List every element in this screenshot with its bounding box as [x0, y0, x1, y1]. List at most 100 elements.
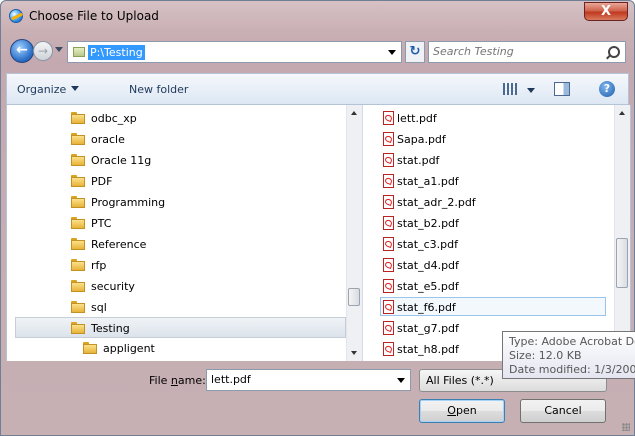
- file-list-scrollbar[interactable]: [614, 105, 630, 361]
- file-name: stat_adr_2.pdf: [397, 196, 476, 209]
- tree-item-label: Oracle 11g: [91, 154, 152, 167]
- file-item-stat-a1[interactable]: stat_a1.pdf: [383, 172, 463, 191]
- pdf-file-icon: [383, 321, 394, 335]
- folder-icon: [71, 259, 85, 271]
- internet-explorer-icon: [9, 9, 23, 23]
- tree-item-label: sql: [91, 301, 107, 314]
- navigation-scrollbar[interactable]: [346, 105, 362, 361]
- view-options-dropdown-icon[interactable]: [527, 88, 535, 93]
- tree-item-label: oracle: [91, 133, 125, 146]
- forward-button[interactable]: →: [33, 41, 53, 61]
- folder-icon: [71, 196, 85, 208]
- file-name: stat_g7.pdf: [397, 322, 459, 335]
- open-accelerator: O: [447, 404, 456, 417]
- tree-item-ptc[interactable]: PTC: [71, 213, 111, 234]
- forward-arrow-icon: →: [37, 44, 49, 58]
- preview-pane-icon[interactable]: [554, 82, 570, 96]
- file-name: stat_d4.pdf: [397, 259, 459, 272]
- pdf-file-icon: [383, 195, 394, 209]
- file-item-stat[interactable]: stat.pdf: [383, 151, 443, 170]
- tree-item-reference[interactable]: Reference: [71, 234, 146, 255]
- tree-item-odbc-xp[interactable]: odbc_xp: [71, 108, 137, 129]
- tree-item-appligent[interactable]: appligent: [83, 338, 155, 359]
- pdf-file-icon: [383, 258, 394, 272]
- refresh-icon: ↻: [409, 44, 421, 59]
- scroll-down-arrow-icon[interactable]: [351, 351, 357, 355]
- pdf-file-icon: [383, 111, 394, 125]
- tree-item-label: PDF: [91, 175, 113, 188]
- tree-item-oracle-11g[interactable]: Oracle 11g: [71, 150, 151, 171]
- folder-icon: [71, 133, 85, 145]
- pdf-file-icon: [383, 216, 394, 230]
- tree-item-security[interactable]: security: [71, 276, 135, 297]
- new-folder-button[interactable]: New folder: [129, 83, 188, 96]
- chevron-down-icon[interactable]: [397, 378, 405, 383]
- pdf-file-icon: [383, 153, 394, 167]
- file-item-stat-e5[interactable]: stat_e5.pdf: [383, 277, 463, 296]
- file-name: Sapa.pdf: [397, 133, 446, 146]
- open-label: pen: [455, 404, 477, 417]
- tree-item-label: rfp: [91, 259, 107, 272]
- folder-icon: [73, 46, 85, 57]
- address-bar[interactable]: P:\Testing: [67, 41, 402, 63]
- tree-item-programming[interactable]: Programming: [71, 192, 165, 213]
- chevron-down-icon: [71, 86, 80, 91]
- file-item-stat-b2[interactable]: stat_b2.pdf: [383, 214, 463, 233]
- organize-button[interactable]: Organize: [17, 83, 80, 96]
- search-box[interactable]: [428, 41, 626, 63]
- tree-item-pdf[interactable]: PDF: [71, 171, 112, 192]
- chevron-down-icon[interactable]: [388, 50, 396, 55]
- file-name-combobox[interactable]: [206, 369, 411, 391]
- organize-label: Organize: [17, 83, 67, 96]
- close-icon: X: [600, 4, 612, 19]
- search-icon[interactable]: [608, 46, 620, 58]
- file-item-stat-h8[interactable]: stat_h8.pdf: [383, 340, 463, 359]
- back-button[interactable]: ←: [10, 39, 34, 63]
- file-item-stat-d4[interactable]: stat_d4.pdf: [383, 256, 463, 275]
- tree-item-label: security: [91, 280, 135, 293]
- folder-icon: [71, 280, 85, 292]
- command-bar: Organize New folder ?: [6, 73, 629, 105]
- file-item-stat-g7[interactable]: stat_g7.pdf: [383, 319, 463, 338]
- scroll-up-arrow-icon[interactable]: [619, 111, 625, 115]
- scroll-up-arrow-icon[interactable]: [351, 111, 357, 115]
- close-button[interactable]: X: [584, 2, 628, 21]
- folder-icon: [71, 154, 85, 166]
- change-view-icon[interactable]: [503, 83, 517, 95]
- resize-grip-icon[interactable]: [622, 423, 630, 431]
- folder-icon: [71, 322, 85, 334]
- tree-item-label: Reference: [91, 238, 147, 251]
- refresh-button[interactable]: ↻: [405, 41, 425, 63]
- scrollbar-thumb[interactable]: [348, 288, 360, 306]
- file-name-input[interactable]: [211, 373, 381, 386]
- file-item-stat-c3[interactable]: stat_c3.pdf: [383, 235, 462, 254]
- folder-icon: [71, 217, 85, 229]
- folder-icon: [83, 342, 97, 354]
- tree-item-label: PTC: [91, 217, 112, 230]
- file-item-lett[interactable]: lett.pdf: [383, 109, 441, 128]
- cancel-button[interactable]: Cancel: [520, 399, 606, 423]
- file-list-pane[interactable]: lett.pdf Sapa.pdf stat.pdf stat_a1.pdf s…: [362, 105, 631, 361]
- tree-item-sql[interactable]: sql: [71, 297, 107, 318]
- pdf-file-icon: [383, 174, 394, 188]
- search-input[interactable]: [433, 45, 593, 58]
- file-item-sapa[interactable]: Sapa.pdf: [383, 130, 450, 149]
- pdf-file-icon: [383, 279, 394, 293]
- file-item-stat-adr-2[interactable]: stat_adr_2.pdf: [383, 193, 480, 212]
- recent-pages-dropdown-icon[interactable]: [55, 47, 63, 52]
- tree-item-testing[interactable]: Testing: [15, 317, 346, 338]
- file-name: stat_a1.pdf: [397, 175, 459, 188]
- file-name: stat_f6.pdf: [397, 301, 456, 314]
- folder-icon: [71, 301, 85, 313]
- tree-item-rfp[interactable]: rfp: [71, 255, 106, 276]
- tree-item-label: appligent: [103, 342, 155, 355]
- file-item-stat-f6[interactable]: stat_f6.pdf: [380, 297, 606, 316]
- open-button[interactable]: Open: [419, 399, 505, 423]
- scrollbar-thumb[interactable]: [616, 238, 628, 288]
- navigation-pane[interactable]: odbc_xp oracle Oracle 11g PDF Programmin…: [6, 105, 363, 361]
- tree-item-oracle[interactable]: oracle: [71, 129, 125, 150]
- help-icon[interactable]: ?: [599, 81, 615, 97]
- title-bar[interactable]: Choose File to Upload X: [1, 1, 634, 31]
- address-path[interactable]: P:\Testing: [88, 45, 145, 60]
- file-info-tooltip: Type: Adobe Acrobat Do Size: 12.0 KB Dat…: [502, 331, 635, 379]
